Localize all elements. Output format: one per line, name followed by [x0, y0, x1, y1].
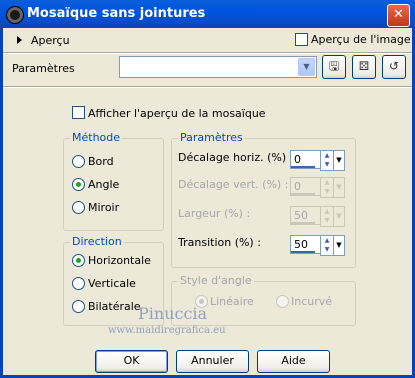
up-down-arrows-icon: ▲ ▼ [320, 206, 334, 227]
corner-style-legend: Style d'angle [178, 274, 254, 287]
random-button[interactable]: ⚄ [352, 55, 376, 79]
save-preset-button[interactable]: 🖫 [322, 55, 346, 79]
dice-icon: ⚄ [358, 59, 370, 73]
corner-incurve-label: Incurvé [291, 295, 333, 308]
separator [3, 86, 412, 88]
horiz-offset-label: Décalage horiz. (%) : [178, 151, 294, 164]
mosaic-preview-checkbox[interactable] [72, 106, 85, 119]
up-down-arrows-icon: ▲ ▼ [320, 177, 334, 198]
method-bord-radio[interactable] [72, 155, 85, 168]
chevron-down-icon: ▼ [333, 206, 345, 227]
method-angle-radio[interactable] [72, 178, 85, 191]
slider-bar [291, 193, 315, 195]
image-preview-checkbox[interactable] [295, 33, 308, 46]
horiz-offset-spinner[interactable]: 0 ▲ ▼ ▼ [290, 150, 345, 171]
save-icon: 🖫 [328, 59, 340, 73]
dialog-window: Mosaïque sans jointures ✕ Aperçu Aperçu … [0, 0, 415, 378]
image-preview-label: Aperçu de l'image [311, 33, 411, 46]
method-angle-label[interactable]: Angle [88, 178, 119, 191]
method-bord-label[interactable]: Bord [88, 155, 114, 168]
preview-toggle-label[interactable]: Aperçu [31, 34, 70, 47]
direction-horizontale-radio[interactable] [72, 254, 85, 267]
up-down-arrows-icon[interactable]: ▲ ▼ [320, 235, 334, 256]
app-icon [6, 6, 24, 24]
window-title: Mosaïque sans jointures [27, 6, 206, 21]
reset-icon: ↺ [388, 59, 400, 73]
direction-horizontale-label[interactable]: Horizontale [88, 254, 151, 267]
help-button[interactable]: Aide [257, 350, 330, 373]
slider-bar [291, 222, 315, 224]
ok-button[interactable]: OK [95, 350, 168, 373]
watermark-name: Pinuccia [138, 304, 208, 323]
transition-label: Transition (%) : [178, 236, 261, 249]
width-spinner: 50 ▲ ▼ ▼ [290, 206, 345, 227]
watermark-site: www.maidiregrafica.eu [108, 325, 226, 336]
reset-button[interactable]: ↺ [382, 55, 406, 79]
method-miroir-radio[interactable] [72, 201, 85, 214]
up-down-arrows-icon[interactable]: ▲ ▼ [320, 150, 334, 171]
close-button[interactable]: ✕ [387, 4, 410, 27]
expand-preview-icon[interactable] [17, 36, 22, 44]
transition-spinner[interactable]: 50 ▲ ▼ ▼ [290, 235, 345, 256]
vert-offset-spinner: 0 ▲ ▼ ▼ [290, 177, 345, 198]
slider-bar [291, 166, 315, 168]
presets-label: Paramètres [12, 62, 75, 75]
mosaic-preview-label: Afficher l'aperçu de la mosaïque [88, 107, 266, 120]
title-bar[interactable]: Mosaïque sans jointures ✕ [0, 0, 415, 28]
direction-verticale-radio[interactable] [72, 277, 85, 290]
window-frame-left [0, 28, 3, 378]
chevron-down-icon: ▼ [333, 177, 345, 198]
method-legend: Méthode [70, 131, 123, 144]
chevron-down-icon[interactable]: ▼ [298, 58, 315, 76]
direction-verticale-label[interactable]: Verticale [88, 277, 136, 290]
cancel-button[interactable]: Annuler [176, 350, 249, 373]
direction-bilaterale-radio[interactable] [72, 300, 85, 313]
separator [3, 52, 412, 54]
presets-dropdown[interactable]: ▼ [119, 56, 317, 78]
params-legend: Paramètres [178, 131, 245, 144]
method-miroir-label[interactable]: Miroir [88, 201, 119, 214]
direction-legend: Direction [70, 235, 124, 248]
corner-lineaire-label: Linéaire [210, 295, 254, 308]
chevron-down-icon[interactable]: ▼ [333, 235, 345, 256]
vert-offset-label: Décalage vert. (%) : [178, 178, 289, 191]
direction-bilaterale-label[interactable]: Bilatérale [88, 300, 141, 313]
chevron-down-icon[interactable]: ▼ [333, 150, 345, 171]
slider-bar [291, 251, 315, 253]
corner-incurve-radio [276, 295, 289, 308]
width-label: Largeur (%) : [178, 207, 251, 220]
